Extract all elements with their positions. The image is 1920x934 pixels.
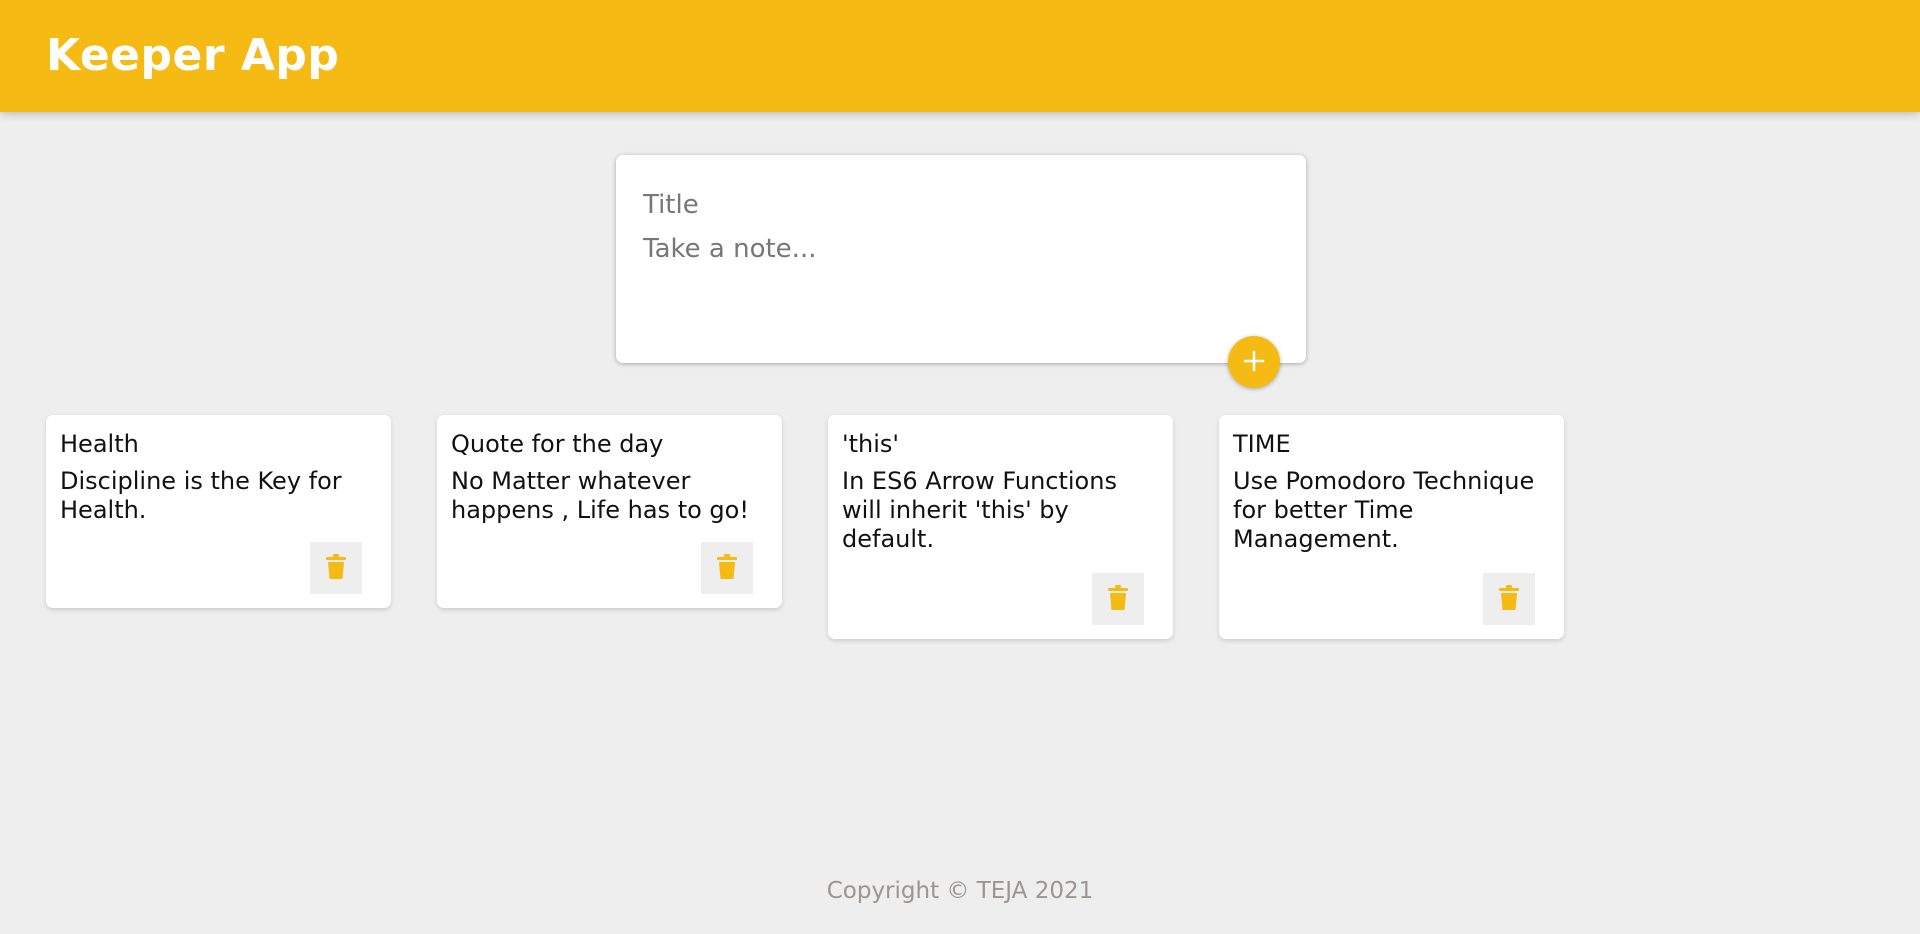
copyright-text: Copyright © TEJA 2021 <box>826 878 1094 904</box>
note-content-input[interactable] <box>643 231 1273 331</box>
note-card: TIME Use Pomodoro Technique for better T… <box>1219 415 1564 639</box>
trash-icon <box>716 553 738 583</box>
plus-icon <box>1242 349 1266 376</box>
note-content: Use Pomodoro Technique for better Time M… <box>1233 467 1535 553</box>
app-header: Keeper App <box>0 0 1920 112</box>
trash-icon <box>1107 584 1129 614</box>
delete-note-button[interactable] <box>310 542 362 594</box>
note-card: 'this' In ES6 Arrow Functions will inher… <box>828 415 1173 639</box>
note-title-input[interactable] <box>643 185 1273 225</box>
note-card: Health Discipline is the Key for Health. <box>46 415 391 608</box>
add-note-button[interactable] <box>1228 336 1280 388</box>
trash-icon <box>325 553 347 583</box>
delete-note-button[interactable] <box>1483 573 1535 625</box>
note-title: TIME <box>1233 430 1291 458</box>
note-title: Health <box>60 430 139 458</box>
note-card: Quote for the day No Matter whatever hap… <box>437 415 782 608</box>
app-title: Keeper App <box>46 30 340 81</box>
note-content: Discipline is the Key for Health. <box>60 467 342 524</box>
note-title: Quote for the day <box>451 430 664 458</box>
note-content: No Matter whatever happens , Life has to… <box>451 467 749 524</box>
page-footer: Copyright © TEJA 2021 <box>0 878 1920 904</box>
trash-icon <box>1498 584 1520 614</box>
delete-note-button[interactable] <box>1092 573 1144 625</box>
note-title: 'this' <box>842 430 899 458</box>
create-note-form <box>616 155 1306 363</box>
note-content: In ES6 Arrow Functions will inherit 'thi… <box>842 467 1117 553</box>
delete-note-button[interactable] <box>701 542 753 594</box>
